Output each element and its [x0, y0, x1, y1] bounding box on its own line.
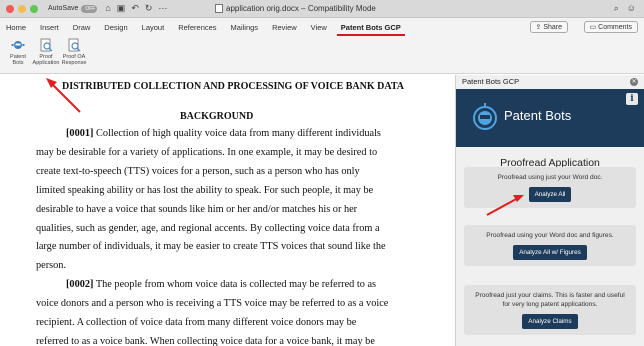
paragraph-number: [0001] [66, 128, 94, 139]
tab-design[interactable]: Design [104, 23, 127, 32]
paragraph-line: create text-to-speech (TTS) voices for a… [36, 166, 360, 177]
window-controls [6, 4, 38, 13]
title-bar: AutoSave OFF ⌂ ▣ ↶ ↻ ⋯ application orig.… [0, 0, 644, 18]
paragraph-line: limited speaking ability or has lost the… [36, 185, 373, 196]
paragraph-number: [0002] [66, 279, 94, 291]
robot-icon [11, 41, 25, 49]
autosave-toggle[interactable]: OFF [81, 4, 98, 13]
home-icon[interactable]: ⌂ [105, 3, 110, 14]
quick-access-toolbar: ⌂ ▣ ↶ ↻ ⋯ [105, 3, 167, 14]
minimize-window-button[interactable] [18, 4, 26, 13]
document-page[interactable]: DISTRIBUTED COLLECTION AND PROCESSING OF… [0, 75, 456, 346]
paragraph-line: referred to as a voice bank. When collec… [36, 336, 375, 346]
brand-banner: Patent Bots i [456, 89, 644, 147]
paragraph-text: recipient. A collection of voice data fr… [36, 317, 357, 328]
card-description: Proofread just your claims. This is fast… [475, 292, 625, 308]
paragraph-text: may be desirable for a variety of applic… [36, 146, 378, 158]
maximize-window-button[interactable] [30, 4, 38, 13]
comments-label: Comments [598, 24, 632, 31]
proof-application-button[interactable]: Proof Application [32, 36, 60, 73]
tab-patent-bots-gcp[interactable]: Patent Bots GCP [336, 23, 405, 36]
redo-icon[interactable]: ↻ [145, 3, 153, 14]
paragraph-text: referred to as a voice bank. When collec… [36, 335, 375, 346]
analyze-claims-button[interactable]: Analyze Claims [522, 314, 578, 329]
paragraph-line: [0002] The people from whom voice data i… [66, 279, 376, 290]
robot-icon [473, 103, 497, 130]
share-label: Share [543, 24, 562, 31]
tab-insert[interactable]: Insert [40, 23, 59, 32]
tab-review[interactable]: Review [272, 23, 297, 32]
tab-home[interactable]: Home [6, 23, 26, 32]
paragraph-text: voice donors and a person who is receivi… [36, 298, 389, 310]
paragraph-text: person. [36, 260, 67, 272]
analyze-all-figures-button[interactable]: Analyze All w/ Figures [513, 245, 587, 260]
document-title-heading: DISTRIBUTED COLLECTION AND PROCESSING OF… [62, 81, 404, 92]
magnify-document-icon [40, 38, 53, 52]
patent-bots-panel: Patent Bots GCP ✕ Patent Bots i Proofrea… [456, 75, 644, 346]
document-icon [215, 4, 223, 13]
ribbon: Patent Bots Proof Application Proof OA R… [0, 36, 644, 74]
paragraph-text: qualities, such as gender, age, and regi… [36, 222, 380, 234]
analyze-claims-card: Proofread just your claims. This is fast… [464, 285, 636, 335]
paragraph-line: voice donors and a person who is receivi… [36, 298, 388, 309]
paragraph-line: may be desirable for a variety of applic… [36, 147, 377, 158]
analyze-all-button[interactable]: Analyze All [528, 187, 572, 202]
tab-references[interactable]: References [178, 23, 216, 32]
paragraph-line: [0001] Collection of high quality voice … [66, 128, 381, 139]
patent-bots-button[interactable]: Patent Bots [6, 36, 30, 73]
analyze-figures-card: Proofread using your Word doc and figure… [464, 225, 636, 266]
section-heading: BACKGROUND [180, 111, 254, 122]
info-button[interactable]: i [626, 93, 638, 105]
proof-oa-response-label: Proof OA Response [61, 54, 87, 66]
paragraph-line: person. [36, 260, 66, 271]
paragraph-text: limited speaking ability or has lost the… [36, 184, 374, 196]
account-icon[interactable]: ☺ [627, 3, 636, 14]
document-title: application orig.docx – Compatibility Mo… [215, 4, 376, 13]
save-icon[interactable]: ▣ [117, 3, 126, 14]
card-description: Proofread using your Word doc and figure… [486, 232, 614, 239]
tab-layout[interactable]: Layout [142, 23, 165, 32]
paragraph-text: large number of individuals, it may be e… [36, 241, 386, 253]
brand-name: Patent Bots [504, 108, 572, 123]
share-button[interactable]: ⇪ Share [529, 21, 568, 33]
document-title-text: application orig.docx – Compatibility Mo… [226, 4, 376, 13]
analyze-all-card: Proofread using just your Word doc. Anal… [464, 167, 636, 208]
paragraph-line: desirable to have a voice that sounds li… [36, 204, 357, 215]
close-icon[interactable]: ✕ [630, 77, 638, 86]
panel-header: Patent Bots GCP ✕ [456, 75, 644, 88]
autosave: AutoSave OFF [48, 4, 98, 13]
paragraph-text: Collection of high quality voice data fr… [93, 128, 381, 139]
paragraph-line: recipient. A collection of voice data fr… [36, 317, 356, 328]
tab-mailings[interactable]: Mailings [231, 23, 259, 32]
paragraph-text: desirable to have a voice that sounds li… [36, 203, 358, 215]
patent-bots-label: Patent Bots [10, 54, 26, 66]
tab-draw[interactable]: Draw [73, 23, 91, 32]
autosave-label: AutoSave [48, 5, 79, 12]
paragraph-line: large number of individuals, it may be e… [36, 241, 386, 252]
paragraph-line: qualities, such as gender, age, and regi… [36, 223, 380, 234]
paragraph-text: create text-to-speech (TTS) voices for a… [36, 165, 360, 177]
autosave-state: OFF [85, 5, 96, 12]
card-description: Proofread using just your Word doc. [497, 174, 603, 181]
proof-application-label: Proof Application [32, 54, 60, 66]
magnify-document-icon [68, 38, 81, 52]
tab-view[interactable]: View [311, 23, 327, 32]
undo-icon[interactable]: ↶ [131, 3, 139, 14]
paragraph-text: The people from whom voice data is colle… [93, 279, 377, 291]
close-window-button[interactable] [6, 4, 14, 13]
proof-oa-response-button[interactable]: Proof OA Response [62, 36, 86, 73]
title-right-icons: ⌕ ☺ [614, 3, 636, 14]
comment-icon: ▭ [589, 24, 599, 31]
more-icon[interactable]: ⋯ [158, 3, 167, 14]
comments-button[interactable]: ▭ Comments [583, 21, 638, 33]
search-icon[interactable]: ⌕ [614, 3, 619, 14]
panel-header-title: Patent Bots GCP [462, 77, 520, 86]
